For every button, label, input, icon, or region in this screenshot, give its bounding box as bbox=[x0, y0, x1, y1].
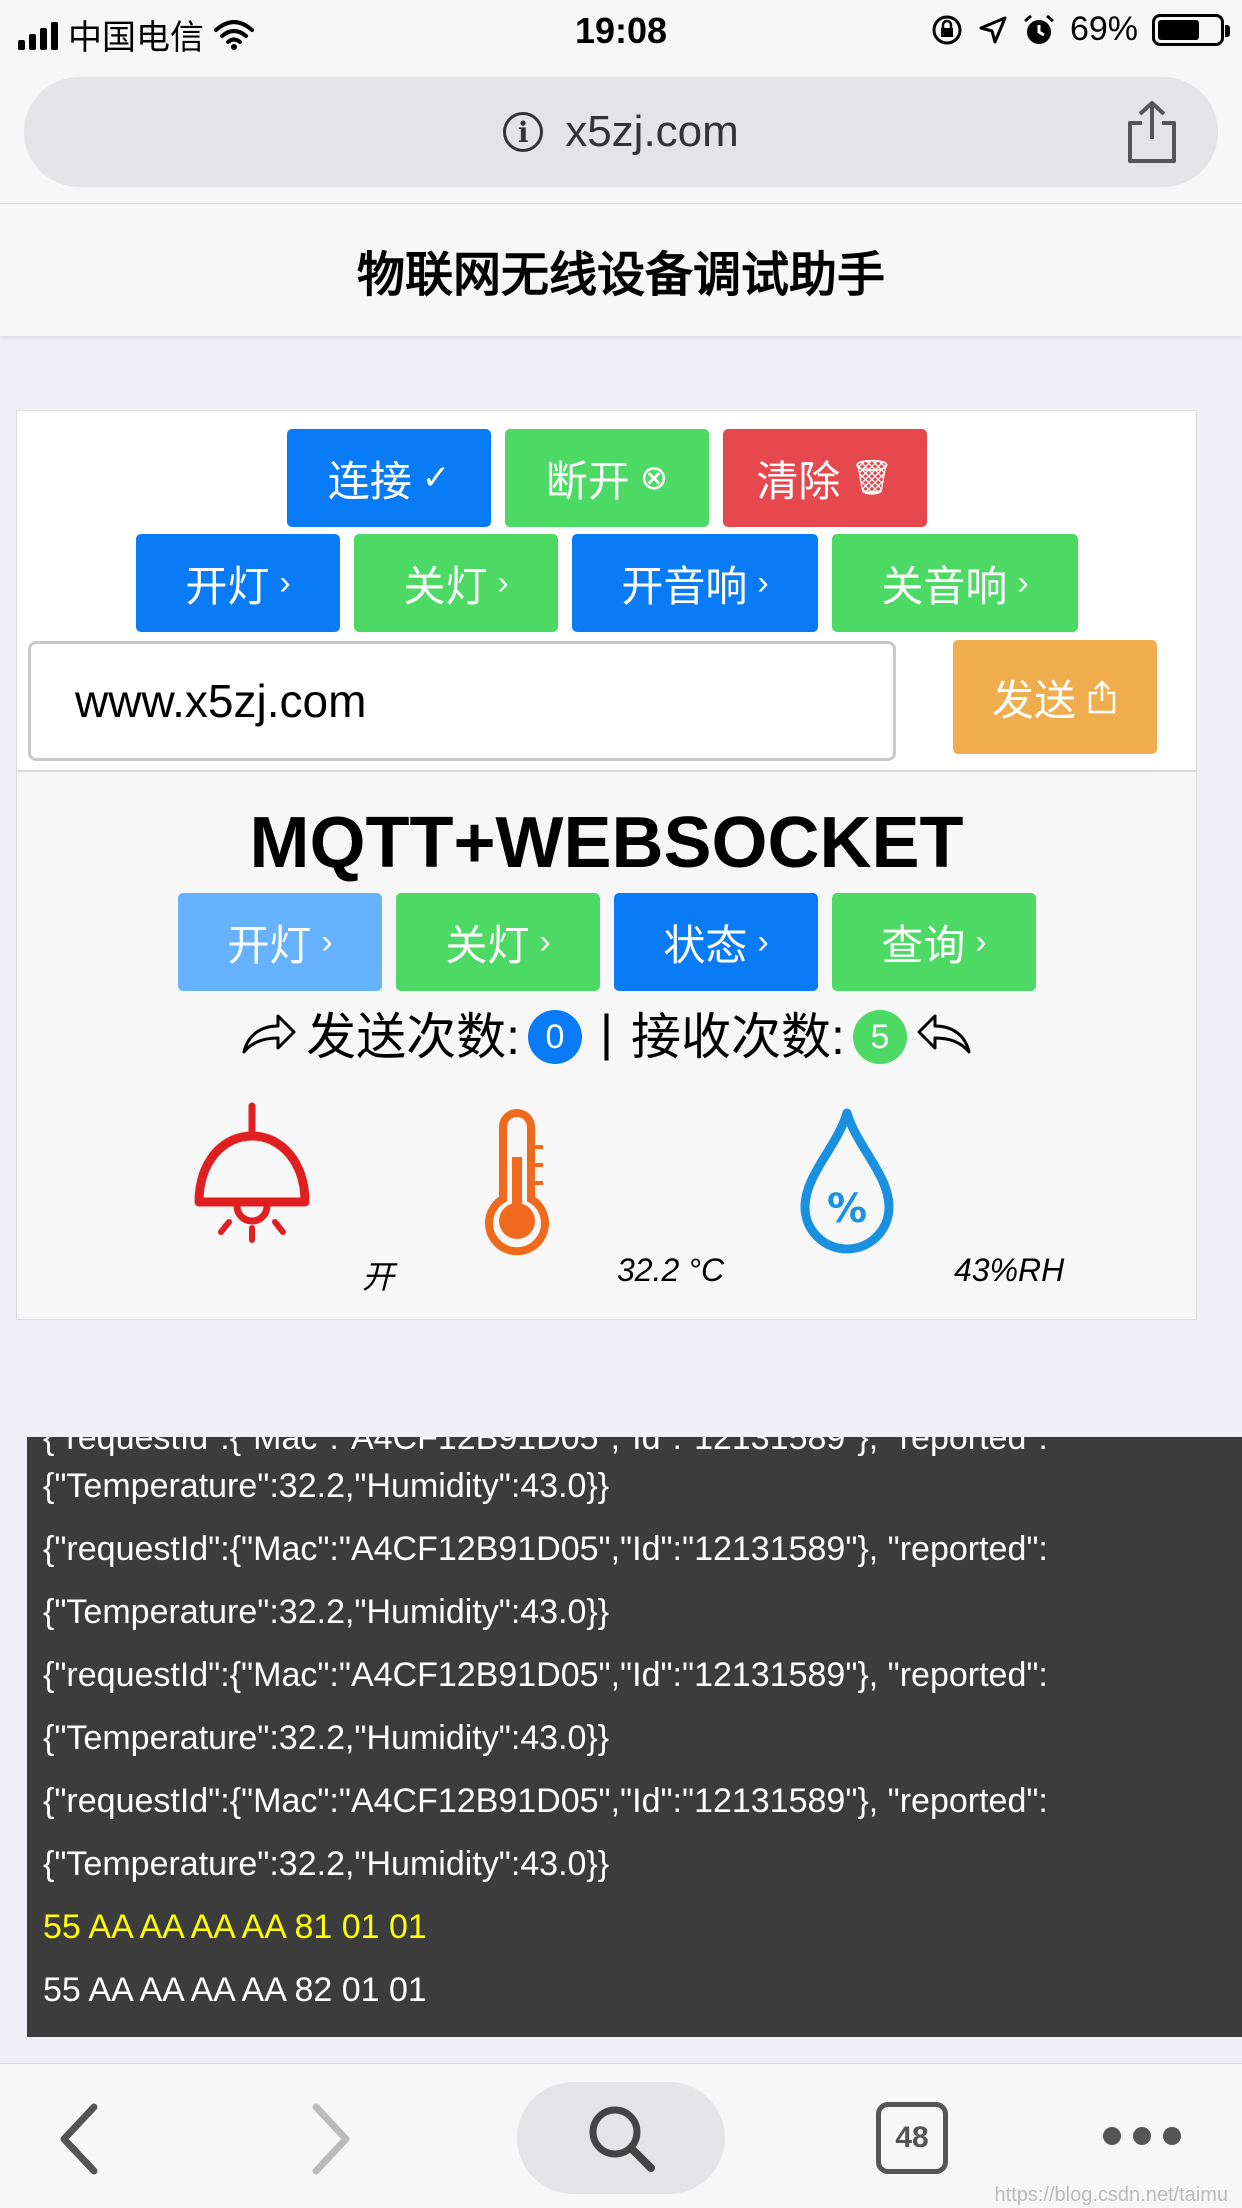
speaker-off-button[interactable]: 关音响 › bbox=[832, 534, 1078, 632]
check-icon: ✓ bbox=[421, 459, 451, 497]
disconnect-button[interactable]: 断开 ⊗ bbox=[505, 429, 709, 527]
chevron-right-icon: › bbox=[975, 922, 987, 961]
thermometer-icon bbox=[485, 1109, 549, 1256]
chevron-right-icon: › bbox=[757, 563, 769, 602]
close-circle-icon: ⊗ bbox=[639, 459, 669, 497]
chevron-right-icon: › bbox=[279, 563, 291, 602]
disconnect-label: 断开 bbox=[545, 457, 630, 505]
temperature-value: 32.2 °C bbox=[617, 1252, 725, 1288]
mqtt-query-label: 查询 bbox=[881, 921, 966, 969]
chevron-right-icon: › bbox=[1017, 563, 1029, 602]
console-line: {"requestId":{"Mac":"A4CF12B91D05","Id":… bbox=[43, 1530, 1048, 1568]
console-line-highlighted: 55 AA AA AA AA 81 01 01 bbox=[43, 1908, 427, 1946]
receive-count-label: 接收次数: bbox=[631, 1009, 845, 1065]
console-line: 55 AA AA AA AA 82 01 01 bbox=[43, 1971, 427, 2009]
receive-count-badge: 5 bbox=[852, 1010, 907, 1064]
alarm-icon bbox=[1023, 14, 1054, 44]
search-button[interactable] bbox=[517, 2082, 725, 2194]
chevron-right-icon: › bbox=[497, 563, 509, 602]
speaker-off-label: 关音响 bbox=[881, 562, 1008, 610]
mqtt-title: MQTT+WEBSOCKET bbox=[249, 803, 964, 883]
share-icon[interactable] bbox=[1122, 99, 1182, 165]
address-content: i x5zj.com bbox=[24, 77, 1218, 187]
back-icon[interactable] bbox=[50, 2099, 110, 2179]
light-on-button[interactable]: 开灯 › bbox=[136, 534, 340, 632]
upload-icon bbox=[1088, 680, 1116, 714]
message-input[interactable] bbox=[28, 641, 896, 761]
mqtt-light-off-button[interactable]: 关灯 › bbox=[396, 893, 600, 991]
console-line: {"Temperature":32.2,"Humidity":43.0}} bbox=[43, 1719, 610, 1757]
connect-label: 连接 bbox=[327, 457, 412, 505]
counter-row: 发送次数: 0 | 接收次数: 5 bbox=[17, 997, 1196, 1069]
send-button[interactable]: 发送 bbox=[953, 640, 1157, 754]
chevron-right-icon: › bbox=[757, 922, 769, 961]
location-icon bbox=[979, 16, 1007, 43]
console-line: {"Temperature":32.2,"Humidity":43.0}} bbox=[43, 1593, 610, 1631]
humidity-icon: % bbox=[800, 1108, 894, 1254]
send-count-label: 发送次数: bbox=[306, 1009, 520, 1065]
address-bar[interactable]: i x5zj.com bbox=[24, 77, 1218, 187]
control-panel: 连接 ✓ 断开 ⊗ 清除 🗑 开灯 › 关灯 › 开音响 › 关音响 › 发送 … bbox=[16, 410, 1197, 1320]
clear-button[interactable]: 清除 🗑 bbox=[723, 429, 927, 527]
svg-text:%: % bbox=[827, 1186, 867, 1232]
mqtt-light-on-button[interactable]: 开灯 › bbox=[178, 893, 382, 991]
light-on-label: 开灯 bbox=[185, 562, 270, 610]
more-icon[interactable] bbox=[1100, 2124, 1184, 2148]
status-bar: 中国电信 19:08 69% bbox=[0, 0, 1242, 62]
battery-icon bbox=[1152, 13, 1230, 46]
battery-percent: 69% bbox=[1069, 10, 1138, 48]
chevron-right-icon: › bbox=[539, 922, 551, 961]
console-line: {"Temperature":32.2,"Humidity":43.0}} bbox=[43, 1845, 610, 1883]
connect-button[interactable]: 连接 ✓ bbox=[287, 429, 491, 527]
page-title: 物联网无线设备调试助手 bbox=[0, 204, 1242, 336]
light-off-label: 关灯 bbox=[403, 562, 488, 610]
console-line: {"requestId":{"Mac":"A4CF12B91D05","Id":… bbox=[43, 1656, 1048, 1694]
browser-url-area: i x5zj.com bbox=[0, 62, 1242, 204]
forward-icon[interactable] bbox=[300, 2099, 360, 2179]
chevron-right-icon: › bbox=[321, 922, 333, 961]
status-right: 69% bbox=[930, 10, 1230, 49]
tabs-button[interactable]: 48 bbox=[876, 2102, 948, 2174]
watermark: https://blog.csdn.net/taimu bbox=[994, 2184, 1228, 2206]
info-icon[interactable]: i bbox=[503, 112, 544, 152]
url-text: x5zj.com bbox=[565, 107, 739, 156]
speaker-on-button[interactable]: 开音响 › bbox=[572, 534, 818, 632]
battery-fill bbox=[1158, 19, 1200, 40]
forward-arrow-icon bbox=[242, 1014, 296, 1054]
console-line: {"Temperature":32.2,"Humidity":43.0}} bbox=[43, 1467, 610, 1505]
lamp-status-value: 开 bbox=[362, 1259, 395, 1295]
search-icon bbox=[589, 2106, 655, 2172]
mqtt-status-label: 状态 bbox=[663, 921, 748, 969]
console-log[interactable]: {"requestId":{"Mac":"A4CF12B91D05","Id":… bbox=[27, 1437, 1242, 2037]
light-off-button[interactable]: 关灯 › bbox=[354, 534, 558, 632]
console-line: {"requestId":{"Mac":"A4CF12B91D05","Id":… bbox=[43, 1782, 1048, 1820]
lamp-icon bbox=[194, 1102, 310, 1243]
console-line: {"requestId":{"Mac":"A4CF12B91D05","Id":… bbox=[43, 1437, 1048, 1457]
orientation-lock-icon bbox=[932, 15, 962, 44]
humidity-value: 43%RH bbox=[954, 1252, 1065, 1288]
mqtt-light-off-label: 关灯 bbox=[445, 921, 530, 969]
trash-icon: 🗑 bbox=[850, 459, 894, 497]
counter-separator: | bbox=[600, 1005, 613, 1061]
mqtt-status-button[interactable]: 状态 › bbox=[614, 893, 818, 991]
mqtt-query-button[interactable]: 查询 › bbox=[832, 893, 1036, 991]
mqtt-light-on-label: 开灯 bbox=[227, 921, 312, 969]
mqtt-section: MQTT+WEBSOCKET 开灯 › 关灯 › 状态 › 查询 › 发送次数:… bbox=[17, 770, 1196, 1319]
browser-toolbar: 48 https://blog.csdn.net/taimu bbox=[0, 2063, 1242, 2208]
speaker-on-label: 开音响 bbox=[621, 562, 748, 610]
reply-arrow-icon bbox=[917, 1014, 971, 1054]
send-count-badge: 0 bbox=[528, 1010, 582, 1064]
clear-label: 清除 bbox=[756, 457, 841, 505]
send-label: 发送 bbox=[991, 676, 1076, 724]
